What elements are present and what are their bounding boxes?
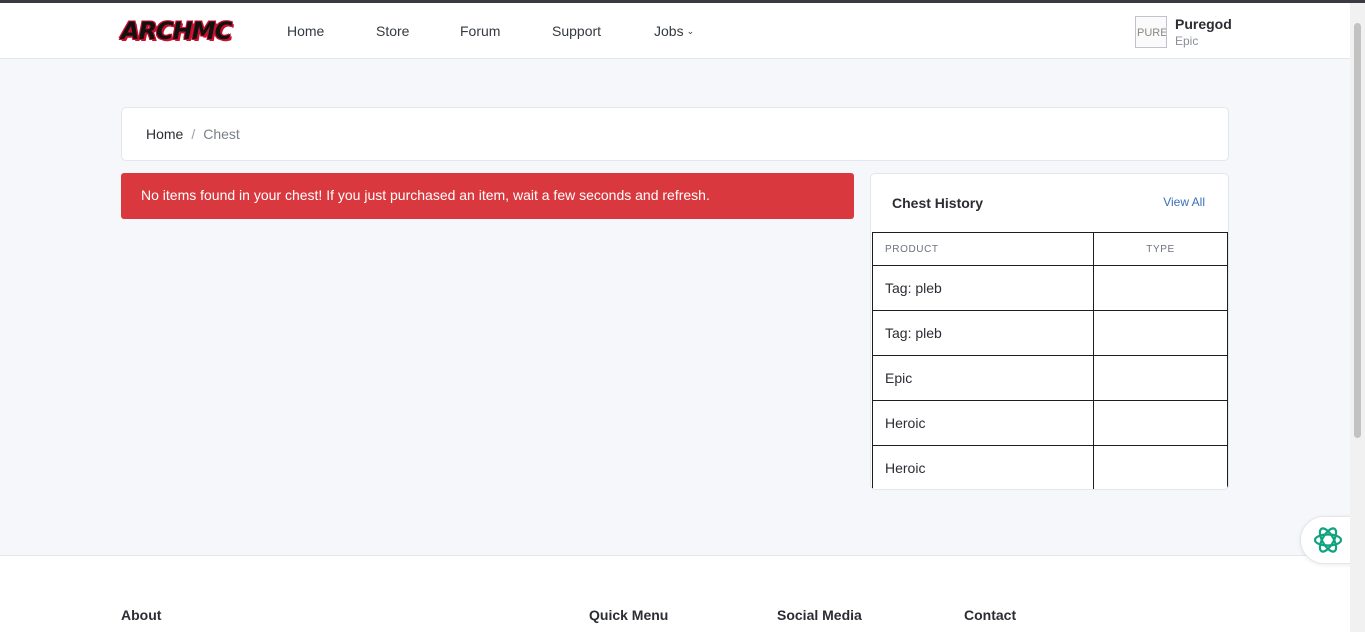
breadcrumb: Home / Chest [121,107,1229,161]
table-row: Epic [872,355,1228,401]
assistant-button[interactable] [1300,516,1354,564]
breadcrumb-current: Chest [203,126,240,142]
site-logo[interactable]: ARCHMC [121,17,232,45]
nav-link-jobs-label: Jobs [654,23,684,39]
nav-link-store[interactable]: Store [376,23,409,39]
cell-type [1093,445,1228,489]
table-row: Heroic [872,445,1228,489]
empty-chest-alert: No items found in your chest! If you jus… [121,173,854,219]
nav-link-jobs[interactable]: Jobs ⌄ [654,23,694,39]
column-header-product: PRODUCT [872,232,1094,266]
cell-product: Tag: pleb [872,265,1094,311]
user-rank: Epic [1175,34,1199,48]
nav-link-home[interactable]: Home [287,23,324,39]
table-row: Tag: pleb [872,310,1228,356]
footer-heading-social-media: Social Media [777,607,862,623]
chest-history-card: Chest History View All PRODUCT TYPE Tag:… [870,173,1229,490]
cell-type [1093,355,1228,401]
cell-product: Heroic [872,445,1094,489]
footer-heading-contact: Contact [964,607,1017,623]
footer: About Quick Menu Social Media Contact [0,555,1350,632]
table-row: Heroic [872,400,1228,446]
navbar: ARCHMC Home Store Forum Support Jobs ⌄ PU… [0,3,1350,59]
chevron-down-icon: ⌄ [686,26,695,36]
user-name[interactable]: Puregod [1175,16,1232,32]
cell-product: Tag: pleb [872,310,1094,356]
cell-type [1093,265,1228,311]
column-header-type: TYPE [1093,232,1228,266]
cell-product: Epic [872,355,1094,401]
footer-heading-about: About [121,607,162,623]
table-header-row: PRODUCT TYPE [872,232,1228,266]
nav-link-forum[interactable]: Forum [460,23,500,39]
openai-assistant-icon [1313,527,1343,553]
avatar[interactable]: PUREGOD [1135,16,1167,48]
footer-heading-quick-menu: Quick Menu [589,607,669,623]
nav-link-support[interactable]: Support [552,23,601,39]
cell-type [1093,400,1228,446]
breadcrumb-separator: / [191,126,196,142]
chest-history-title: Chest History [892,195,984,211]
page-scrollbar[interactable] [1350,3,1365,632]
alert-message: No items found in your chest! If you jus… [141,187,710,203]
scrollbar-thumb[interactable] [1354,23,1361,438]
table-row: Tag: pleb [872,265,1228,311]
view-all-link[interactable]: View All [1163,195,1205,209]
cell-type [1093,310,1228,356]
cell-product: Heroic [872,400,1094,446]
breadcrumb-home-link[interactable]: Home [146,126,183,142]
chest-history-table: PRODUCT TYPE Tag: pleb Tag: pleb Epic He… [872,232,1228,489]
